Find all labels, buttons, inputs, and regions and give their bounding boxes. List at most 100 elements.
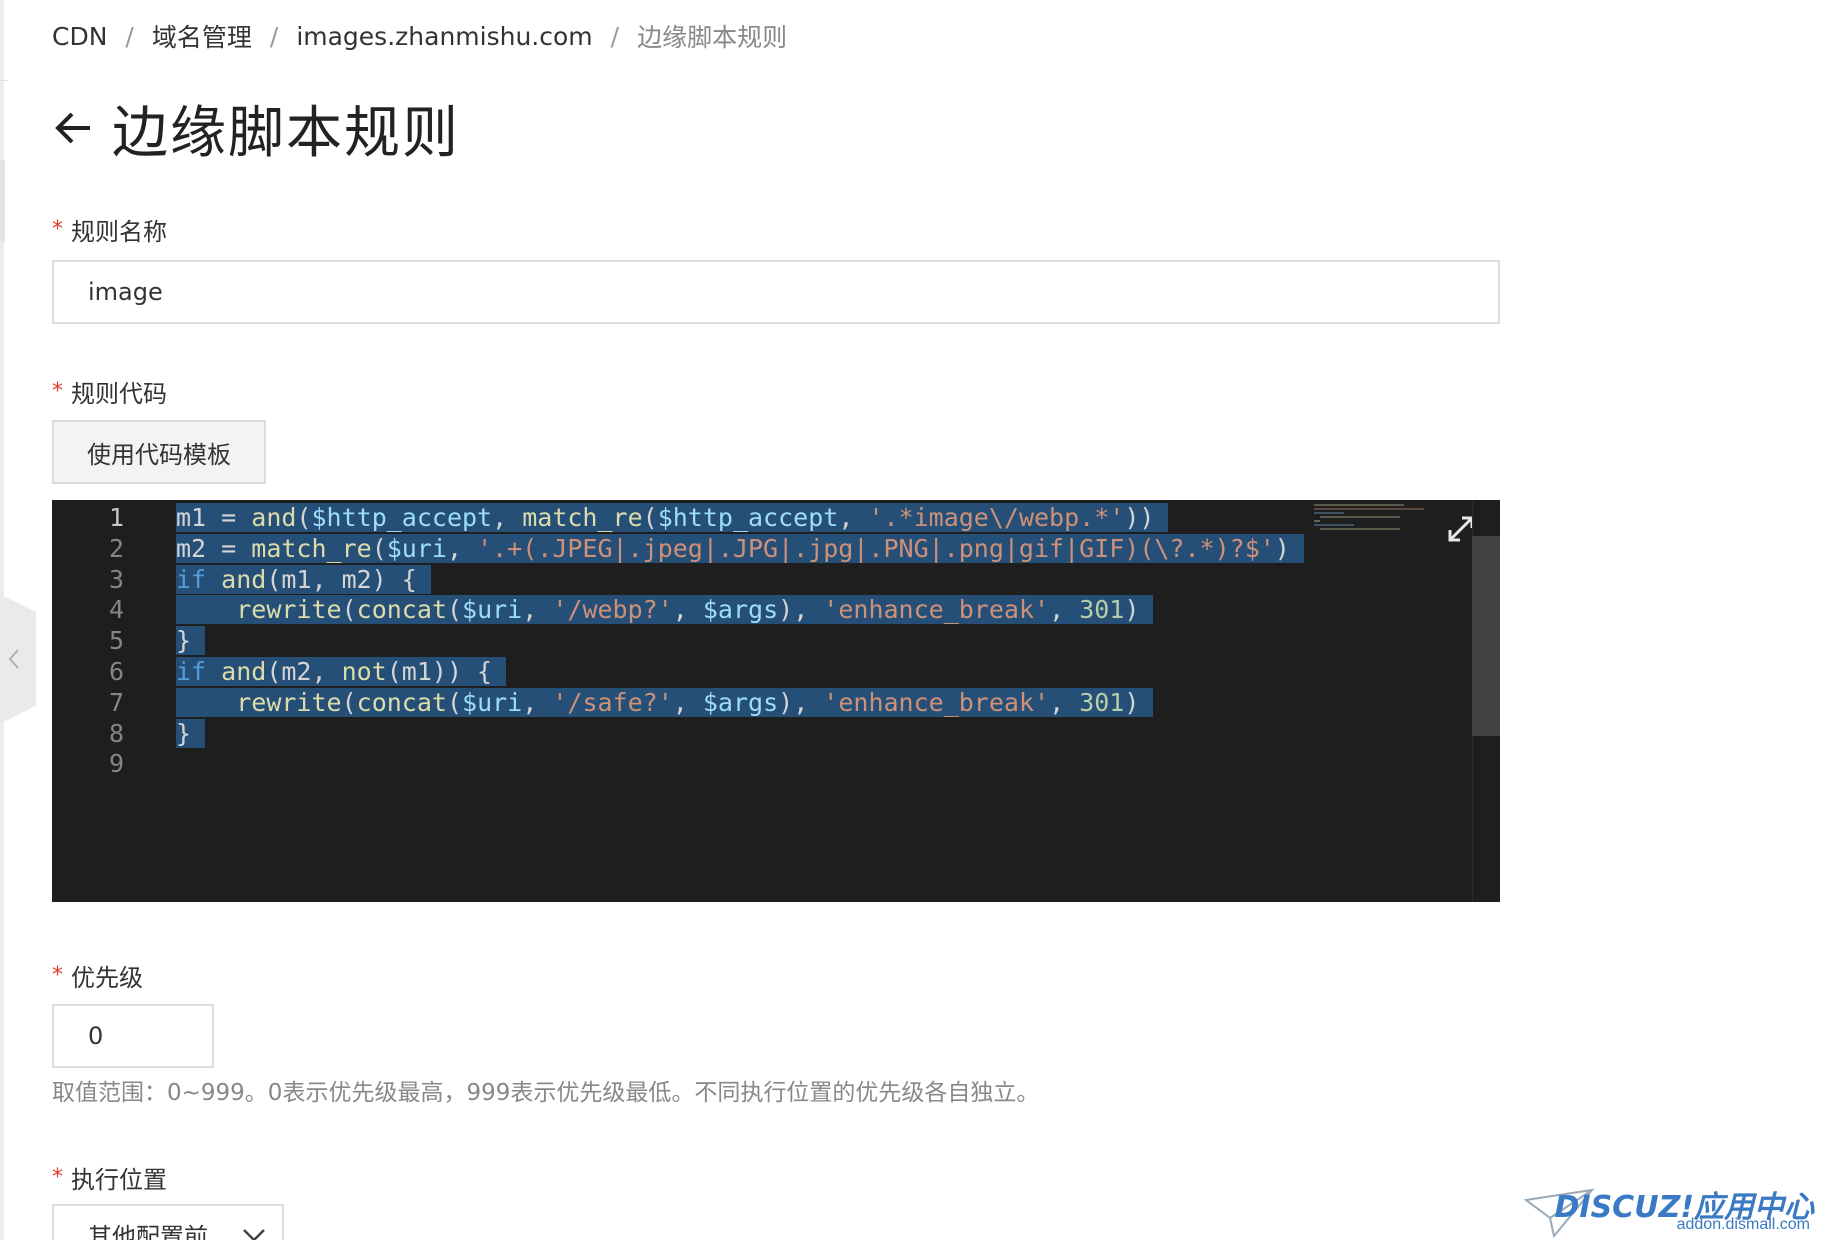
code-token: $uri <box>386 533 447 563</box>
code-minimap[interactable] <box>1314 502 1446 532</box>
code-token: and <box>221 564 267 594</box>
title-row: 边缘脚本规则 <box>52 92 460 166</box>
code-token: '/safe?' <box>552 687 673 717</box>
chevron-down-icon <box>243 1229 265 1240</box>
code-token: (m1)) { <box>386 657 493 686</box>
code-token: , <box>1049 595 1080 625</box>
code-line: } <box>176 716 206 752</box>
required-mark: * <box>52 379 63 404</box>
chevron-left-icon <box>8 649 19 669</box>
code-token: ( <box>446 687 463 717</box>
code-token: 301 <box>1079 595 1125 625</box>
required-mark: * <box>52 963 63 988</box>
code-token: , <box>1049 687 1080 717</box>
code-token: rewrite <box>236 595 342 625</box>
code-token: '/webp?' <box>552 595 673 625</box>
code-token: '.*image\/webp.*' <box>868 503 1125 532</box>
code-token: and <box>251 503 297 532</box>
code-token: ( <box>341 687 357 717</box>
code-token: $uri <box>462 595 523 625</box>
code-editor[interactable]: 123456789 m1 = and($http_accept, match_r… <box>52 500 1500 902</box>
exec-position-select[interactable]: 其他配置前 <box>52 1204 284 1240</box>
code-token: 'enhance_break' <box>823 687 1050 717</box>
code-selection: m2 = match_re($uri, '.+(.JPEG|.jpeg|.JPG… <box>176 533 1304 563</box>
code-token: } <box>176 626 192 656</box>
exec-position-label-text: 执行位置 <box>71 1166 167 1194</box>
priority-value: 0 <box>88 1022 104 1050</box>
rule-name-value: image <box>88 278 163 306</box>
page-title: 边缘脚本规则 <box>112 100 460 166</box>
page: CDN / 域名管理 / images.zhanmishu.com / 边缘脚本… <box>0 0 1836 1240</box>
priority-label: * 优先级 <box>52 958 143 993</box>
code-token: , <box>446 533 478 563</box>
code-token: concat <box>356 595 447 625</box>
code-token: (m2, <box>266 657 342 686</box>
code-token: ) <box>1124 595 1140 625</box>
code-token: , <box>838 503 869 532</box>
code-token: 'enhance_break' <box>823 595 1050 625</box>
code-selection: if and(m2, not(m1)) { <box>176 657 507 686</box>
code-token: $args <box>702 687 779 717</box>
code-token: ) <box>1274 533 1290 563</box>
code-token: ( <box>341 595 357 625</box>
line-number: 9 <box>108 749 124 779</box>
code-token: m1 = <box>176 503 252 532</box>
code-selection: if and(m1, m2) { <box>176 564 431 594</box>
code-token: ), <box>778 687 824 717</box>
code-token: $http_accept <box>311 503 493 532</box>
code-token: and <box>221 657 267 686</box>
use-code-template-button[interactable]: 使用代码模板 <box>52 420 266 484</box>
code-token: ( <box>371 533 387 563</box>
editor-scrollbar-thumb[interactable] <box>1472 536 1500 736</box>
sidebar-divider <box>0 80 8 81</box>
breadcrumb-domain[interactable]: images.zhanmishu.com <box>296 22 592 51</box>
code-token: not <box>341 657 387 686</box>
code-token: ( <box>446 595 463 625</box>
code-token: if <box>176 657 222 686</box>
breadcrumb-domain-management[interactable]: 域名管理 <box>152 18 252 54</box>
breadcrumb-separator: / <box>269 21 279 51</box>
priority-hint: 取值范围：0~999。0表示优先级最高，999表示优先级最低。不同执行位置的优先… <box>52 1080 1040 1106</box>
code-token: 301 <box>1079 687 1125 717</box>
use-code-template-label: 使用代码模板 <box>87 440 231 469</box>
code-token: ), <box>778 595 824 625</box>
code-selection: } <box>176 718 206 748</box>
code-token: )) <box>1124 503 1155 532</box>
required-mark: * <box>52 217 63 242</box>
rule-name-label: * 规则名称 <box>52 212 167 247</box>
exec-position-label: * 执行位置 <box>52 1160 167 1195</box>
breadcrumb-current: 边缘脚本规则 <box>637 23 788 52</box>
watermark: DISCUZ!应用中心 addon.dismall.com <box>1524 1182 1824 1238</box>
code-selection: m1 = and($http_accept, match_re($http_ac… <box>176 503 1169 532</box>
priority-label-text: 优先级 <box>71 964 143 992</box>
code-selection: rewrite(concat($uri, '/webp?', $args), '… <box>176 595 1154 625</box>
arrow-left-icon[interactable] <box>52 107 94 149</box>
code-token: , <box>522 687 553 717</box>
sidebar-notch <box>0 160 5 242</box>
breadcrumb-separator: / <box>125 21 134 51</box>
code-token: , <box>492 503 523 532</box>
rule-name-label-text: 规则名称 <box>71 218 167 246</box>
sidebar-toggle[interactable] <box>0 594 36 724</box>
code-token: ) <box>1124 687 1140 717</box>
code-token: (m1, m2) { <box>266 564 417 594</box>
code-token: } <box>176 718 192 748</box>
code-selection: } <box>176 626 206 656</box>
code-selection: rewrite(concat($uri, '/safe?', $args), '… <box>176 687 1154 717</box>
priority-input[interactable]: 0 <box>52 1004 214 1068</box>
required-mark: * <box>52 1165 63 1190</box>
line-number-gutter: 123456789 <box>52 500 176 902</box>
code-token: match_re <box>251 533 372 563</box>
code-token: match_re <box>522 503 643 532</box>
rule-code-label-text: 规则代码 <box>71 380 167 408</box>
breadcrumb-cdn[interactable]: CDN <box>52 22 107 51</box>
code-token: $uri <box>462 687 523 717</box>
rule-code-label: * 规则代码 <box>52 374 167 409</box>
code-token: , <box>672 687 703 717</box>
code-token: ( <box>296 503 312 532</box>
code-token: if <box>176 564 222 594</box>
code-token: m2 = <box>176 533 252 563</box>
breadcrumb: CDN / 域名管理 / images.zhanmishu.com / 边缘脚本… <box>52 18 787 54</box>
rule-name-input[interactable]: image <box>52 260 1500 324</box>
